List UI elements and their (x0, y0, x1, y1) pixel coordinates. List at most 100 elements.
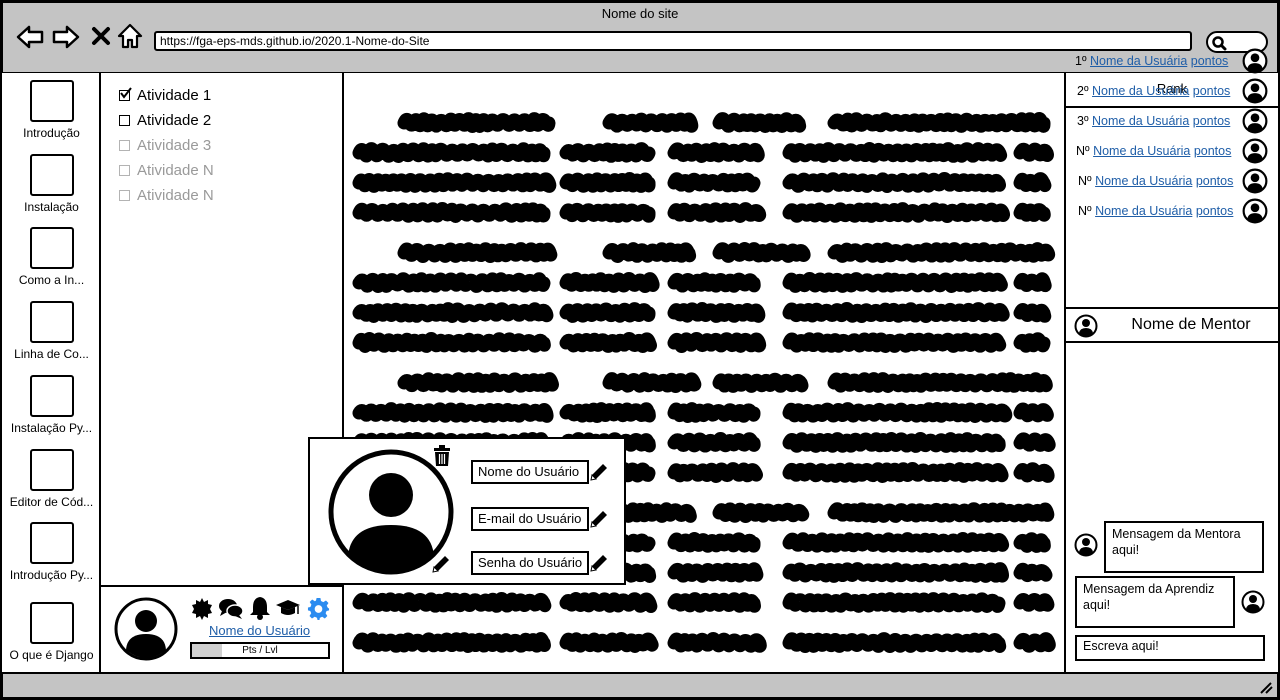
rank-user-link[interactable]: Nome da Usuária (1092, 84, 1189, 98)
back-arrow-icon[interactable] (16, 24, 44, 50)
scribble-line (782, 332, 1007, 353)
learner-message-avatar (1241, 590, 1265, 614)
rank-row: 1º Nome da Usuária pontos (1075, 54, 1228, 68)
activity-item[interactable]: Atividade 1 (119, 87, 211, 104)
activity-label: Atividade N (137, 162, 214, 179)
activity-checkbox-checked[interactable] (119, 87, 132, 101)
sidebar-item-instalacao[interactable]: Instalação (2, 154, 101, 214)
edit-profile-popup: Nome do Usuário E-mail do Usuário Senha … (308, 437, 626, 585)
avatar-edit-pencil-icon[interactable] (430, 553, 452, 575)
forward-arrow-icon[interactable] (52, 24, 80, 50)
scribble-line (782, 402, 1013, 423)
rank-user-link[interactable]: Nome da Usuária (1090, 54, 1187, 68)
scribble-line (602, 242, 697, 263)
scribble-line (559, 592, 658, 613)
activity-checkbox[interactable] (119, 165, 130, 176)
edit-email-pencil-icon[interactable] (588, 508, 610, 530)
scribble-line (397, 372, 559, 393)
scribble-line (667, 562, 764, 583)
resize-grip-icon[interactable] (1258, 680, 1274, 694)
sidebar-item-linha-de-comando[interactable]: Linha de Co... (2, 301, 101, 361)
avatar[interactable] (113, 596, 179, 662)
rank-row: Nº Nome da Usuária pontos (1078, 204, 1233, 218)
scribble-line (559, 203, 656, 223)
sidebar-item-editor-de-codigo[interactable]: Editor de Cód... (2, 449, 101, 509)
scribble-line (782, 432, 1006, 453)
rank-user-link[interactable]: Nome da Usuária (1095, 204, 1192, 218)
activity-label: Atividade 2 (137, 112, 212, 129)
window-title: Nome do site (601, 6, 679, 21)
rank-avatar[interactable] (1242, 198, 1268, 224)
scribble-line (827, 372, 1053, 393)
stop-x-icon[interactable] (91, 26, 111, 46)
scribble-line (559, 272, 660, 293)
rank-user-link[interactable]: Nome da Usuária (1095, 174, 1192, 188)
rank-row: Nº Nome da Usuária pontos (1076, 144, 1231, 158)
sidebar-item-o-que-e-django[interactable]: O que é Django (2, 602, 101, 662)
activity-item[interactable]: Atividade N (119, 162, 214, 179)
rank-user-link[interactable]: Nome da Usuária (1092, 114, 1189, 128)
activity-item[interactable]: Atividade N (119, 187, 214, 204)
sidebar-item-label: Linha de Co... (14, 347, 89, 361)
sidebar-thumbnail (29, 602, 74, 644)
scribble-line (559, 632, 659, 653)
scribble-line (667, 172, 761, 193)
rank-avatar[interactable] (1242, 168, 1268, 194)
sidebar-item-como-a-internet[interactable]: Como a In... (2, 227, 101, 287)
learner-message-bubble: Mensagem da Aprendiz aqui! (1075, 576, 1235, 628)
scribble-line (559, 332, 657, 353)
sidebar-item-instalacao-python[interactable]: Instalação Py... (2, 375, 101, 435)
activity-label: Atividade 1 (137, 87, 212, 104)
scribble-line (667, 402, 761, 423)
rank-points-link[interactable]: pontos (1193, 84, 1231, 98)
scribble-line (782, 172, 1006, 193)
sidebar-item-introducao-python[interactable]: Introdução Py... (2, 522, 101, 582)
sidebar-item-label: Introdução Py... (9, 568, 94, 582)
edit-password-pencil-icon[interactable] (588, 552, 610, 574)
checkmark-icon (120, 87, 132, 99)
scribble-line (827, 502, 1055, 523)
settings-gear-icon[interactable] (307, 597, 330, 620)
bell-icon[interactable] (248, 595, 272, 621)
rank-avatar[interactable] (1242, 78, 1268, 104)
scribble-line (667, 632, 767, 653)
scribble-line (602, 372, 702, 393)
activity-item[interactable]: Atividade 3 (119, 137, 211, 154)
password-field[interactable]: Senha do Usuário (471, 551, 589, 575)
rank-row: Nº Nome da Usuária pontos (1078, 174, 1233, 188)
scribble-line (667, 302, 766, 323)
mentor-chat-panel: Nome de Mentor Mensagem da Mentora aqui!… (1066, 309, 1278, 672)
rank-points-link[interactable]: pontos (1193, 114, 1231, 128)
url-bar[interactable]: https://fga-eps-mds.github.io/2020.1-Nom… (154, 31, 1192, 51)
scribble-line (712, 242, 811, 263)
scribble-line (782, 272, 1008, 293)
chat-message-input[interactable]: Escreva aqui! (1075, 635, 1265, 661)
rank-user-link[interactable]: Nome da Usuária (1093, 144, 1190, 158)
graduation-cap-icon[interactable] (275, 599, 301, 619)
mentor-avatar[interactable] (1074, 314, 1098, 338)
rank-avatar[interactable] (1242, 48, 1268, 74)
scribble-line (1013, 462, 1055, 483)
profile-username-link[interactable]: Nome do Usuário (209, 623, 310, 638)
edit-username-pencil-icon[interactable] (588, 461, 610, 483)
activity-item[interactable]: Atividade 2 (119, 112, 211, 129)
activity-checkbox[interactable] (119, 190, 130, 201)
rank-points-link[interactable]: pontos (1196, 174, 1234, 188)
trash-icon[interactable] (432, 445, 452, 467)
rank-points-link[interactable]: pontos (1191, 54, 1229, 68)
scribble-line (559, 402, 656, 423)
badge-icon[interactable] (190, 597, 214, 621)
rank-avatar[interactable] (1242, 138, 1268, 164)
rank-points-link[interactable]: pontos (1194, 144, 1232, 158)
rank-points-link[interactable]: pontos (1196, 204, 1234, 218)
sidebar-thumbnail (29, 449, 74, 491)
activity-checkbox[interactable] (119, 140, 130, 151)
rank-avatar[interactable] (1242, 108, 1268, 134)
activity-checkbox[interactable] (119, 115, 130, 126)
sidebar-item-introducao[interactable]: Introdução (2, 80, 101, 140)
sidebar-thumbnail (29, 227, 74, 269)
username-field[interactable]: Nome do Usuário (471, 460, 589, 484)
email-field[interactable]: E-mail do Usuário (471, 507, 589, 531)
home-icon[interactable] (117, 23, 143, 49)
chat-bubbles-icon[interactable] (218, 597, 244, 621)
